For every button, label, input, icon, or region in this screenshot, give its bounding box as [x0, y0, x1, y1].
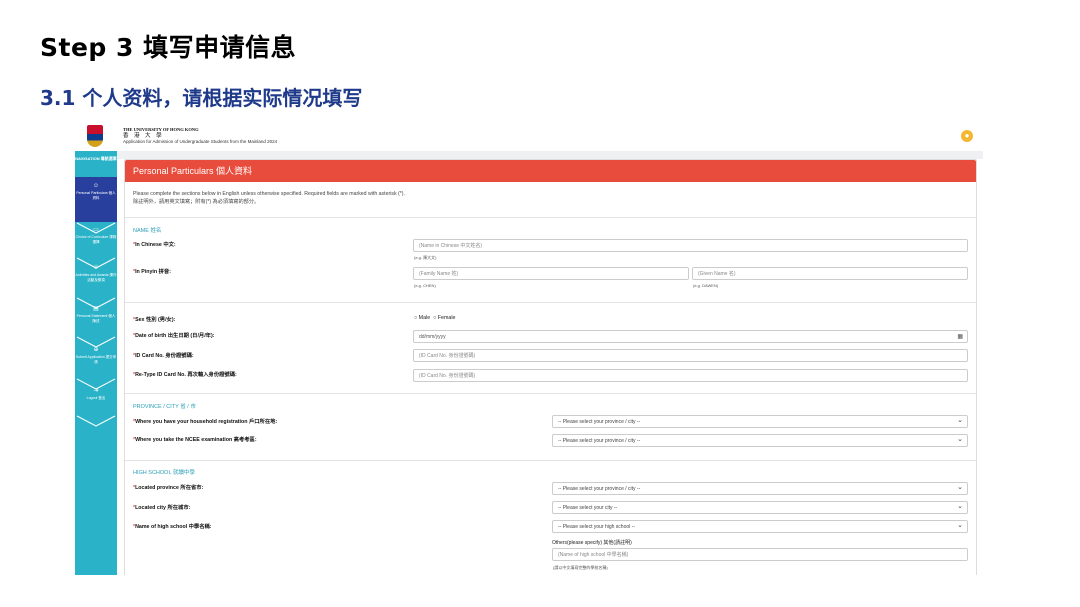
id-card-label: *ID Card No. 身份證號碼:: [133, 353, 194, 359]
submit-icon: ⊕: [93, 347, 99, 353]
given-name-input[interactable]: (Given Name 名): [692, 267, 968, 280]
sidebar: NAVIGATION 導航選單 ☺ Personal Particulars 個…: [75, 123, 117, 575]
sex-radio-group: ○ Male ○ Female: [414, 315, 455, 321]
application-title: Application for Admission of Undergradua…: [123, 139, 278, 144]
trophy-icon: ♕: [93, 265, 99, 271]
hku-logo: [75, 123, 117, 151]
sidebar-item-statement[interactable]: ▤ Personal Statement 個人陳述: [75, 306, 117, 323]
user-icon: ☺: [92, 183, 100, 189]
crest-icon: [87, 125, 103, 147]
sidebar-item-activities[interactable]: ♕ Activities and Awards 課外活動及獎項: [75, 265, 117, 282]
female-radio[interactable]: ○ Female: [433, 315, 455, 321]
personal-particulars-panel: Personal Particulars 個人資料 Please complet…: [124, 159, 977, 575]
application-screenshot: NAVIGATION 導航選單 ☺ Personal Particulars 個…: [75, 123, 983, 575]
sidebar-item-submit[interactable]: ⊕ Submit Application 提交申請: [75, 347, 117, 364]
divider: [125, 217, 976, 218]
header-divider: [117, 151, 983, 159]
chinese-name-input[interactable]: (Name in Chinese 中文姓名): [413, 239, 968, 252]
divider: [125, 393, 976, 394]
id-card-input[interactable]: (ID Card No. 身份證號碼): [413, 349, 968, 362]
given-name-hint: (e.g. DAWEN): [693, 283, 719, 288]
school-name-select[interactable]: -- Please select your high school --: [552, 519, 968, 533]
sidebar-item-personal[interactable]: ☺ Personal Particulars 個人資料: [75, 183, 117, 200]
logout-icon: ⇥: [93, 388, 99, 394]
calendar-icon[interactable]: ▦: [957, 331, 963, 344]
retype-id-input[interactable]: (ID Card No. 身份證號碼): [413, 369, 968, 382]
user-avatar-icon[interactable]: ●: [961, 130, 973, 142]
household-label: *Where you have your household registrat…: [133, 419, 278, 425]
sidebar-item-logout[interactable]: ⇥ Logout 登出: [75, 388, 117, 401]
book-icon: ▭: [93, 227, 99, 233]
chinese-name-label: *In Chinese 中文:: [133, 242, 176, 248]
sidebar-item-curriculum[interactable]: ▭ Choice of Curriculum 課程選擇: [75, 227, 117, 244]
panel-title: Personal Particulars 個人資料: [125, 160, 976, 182]
school-province-select[interactable]: -- Please select your province / city --: [552, 481, 968, 495]
divider: [125, 460, 976, 461]
ncee-label: *Where you take the NCEE examination 高考考…: [133, 437, 257, 443]
dob-input[interactable]: dd/mm/yyyy ▦: [413, 330, 968, 343]
document-icon: ▤: [93, 306, 99, 312]
chinese-name-hint: (e.g. 陳大文): [414, 255, 437, 260]
male-radio[interactable]: ○ Male: [414, 315, 430, 321]
university-header: THE UNIVERSITY OF HONG KONG 香 港 大 學 Appl…: [123, 127, 277, 145]
sex-label: *Sex 性別 (男/女):: [133, 317, 176, 323]
pinyin-name-label: *In Pinyin 拼音:: [133, 269, 171, 275]
school-name-label: *Name of high school 中學名稱:: [133, 524, 212, 530]
chevron-divider: [76, 415, 116, 427]
others-input[interactable]: (Name of high school 中學名稱): [552, 548, 968, 561]
slide-title: Step 3 填写申请信息: [40, 33, 297, 62]
ncee-select[interactable]: -- Please select your province / city --: [552, 433, 968, 447]
others-hint: (請以中文填寫完整的學校名稱): [553, 565, 608, 570]
province-section-heading: PROVINCE / CITY 省 / 市: [133, 404, 196, 410]
name-section-heading: NAME 姓名: [133, 228, 162, 234]
divider: [125, 302, 976, 303]
school-province-label: *Located province 所在省市:: [133, 485, 204, 491]
school-city-select[interactable]: -- Please select your city --: [552, 500, 968, 514]
others-label: Others(please specify) 其他(請註明): [552, 540, 632, 546]
family-name-hint: (e.g. CHEN): [414, 283, 436, 288]
household-select[interactable]: -- Please select your province / city --: [552, 414, 968, 428]
school-city-label: *Located city 所在城市:: [133, 505, 191, 511]
dob-label: *Date of birth 出生日期 (日/月/年):: [133, 333, 215, 339]
high-school-section-heading: HIGH SCHOOL 就讀中學: [133, 470, 195, 476]
sidebar-nav-heading: NAVIGATION 導航選單: [75, 156, 117, 161]
slide-subtitle: 3.1 个人资料，请根据实际情况填写: [40, 86, 363, 110]
family-name-input[interactable]: (Family Name 姓): [413, 267, 689, 280]
retype-id-label: *Re-Type ID Card No. 再次輸入身份證號碼:: [133, 372, 237, 378]
panel-intro: Please complete the sections below in En…: [133, 191, 405, 205]
